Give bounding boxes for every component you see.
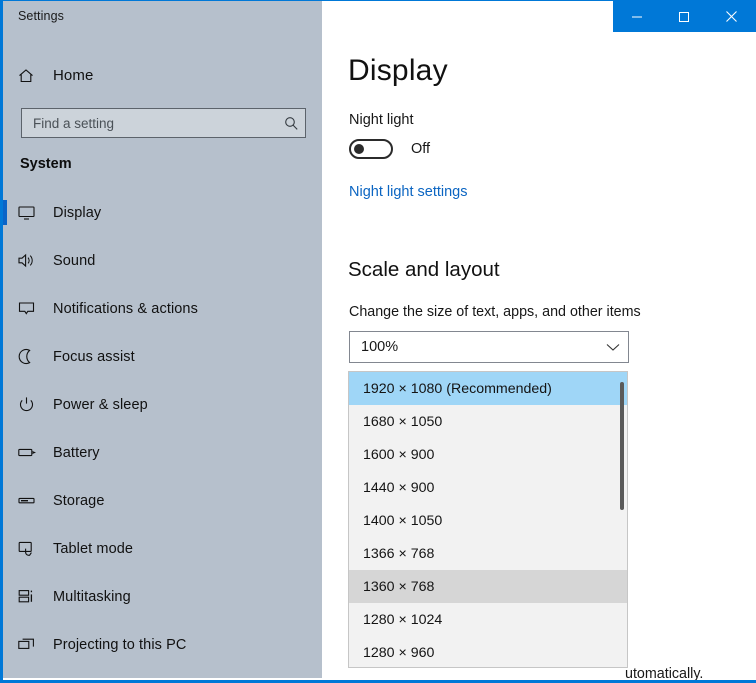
close-button[interactable] [708,1,756,32]
sidebar-item-power-sleep[interactable]: Power & sleep [3,385,322,424]
sidebar-item-home[interactable]: Home [3,56,322,95]
sidebar-item-notifications-actions[interactable]: Notifications & actions [3,289,322,328]
sidebar-item-label: Home [53,67,94,84]
scale-dropdown[interactable]: 100% [349,331,629,363]
sidebar-item-label: Notifications & actions [53,300,198,317]
chevron-down-icon [598,343,628,352]
night-light-settings-link[interactable]: Night light settings [349,184,467,200]
toggle-knob [354,144,364,154]
app-title: Settings [18,9,64,23]
resolution-option[interactable]: 1600 × 900 [349,438,627,471]
speaker-icon [17,251,53,270]
night-light-toggle-row: Off [349,139,430,159]
resolution-option[interactable]: 1280 × 960 [349,636,627,667]
scale-layout-heading: Scale and layout [348,258,500,281]
sidebar-item-label: Multitasking [53,588,131,605]
home-icon [17,67,53,85]
dropdown-scrollbar[interactable] [620,382,624,510]
sidebar-item-label: Battery [53,444,100,461]
project-icon [17,635,53,654]
sidebar-item-label: Tablet mode [53,540,134,557]
resolution-option[interactable]: 1366 × 768 [349,537,627,570]
sidebar-item-projecting-to-this-pc[interactable]: Projecting to this PC [3,625,322,664]
maximize-button[interactable] [661,1,709,32]
storage-icon [17,491,53,510]
sidebar-item-label: Power & sleep [53,396,148,413]
search-box[interactable] [21,108,306,138]
resolution-option-list: 1920 × 1080 (Recommended) 1680 × 1050 1600… [349,372,627,667]
resolution-dropdown-list[interactable]: 1920 × 1080 (Recommended) 1680 × 1050 1600… [348,371,628,668]
resolution-option[interactable]: 1680 × 1050 [349,405,627,438]
page-title: Display [348,54,448,87]
monitor-icon [17,203,53,222]
search-icon[interactable] [277,116,305,131]
sidebar-item-battery[interactable]: Battery [3,433,322,472]
sidebar-item-focus-assist[interactable]: Focus assist [3,337,322,376]
resolution-option[interactable]: 1920 × 1080 (Recommended) [349,372,627,405]
resolution-option[interactable]: 1440 × 900 [349,471,627,504]
sidebar-item-label: Focus assist [53,348,135,365]
scale-description: Change the size of text, apps, and other… [349,304,641,320]
sidebar-item-label: Sound [53,252,96,269]
sidebar: Settings Home System Display Sound Notific… [3,1,322,678]
battery-icon [17,443,53,462]
sidebar-item-storage[interactable]: Storage [3,481,322,520]
scale-dropdown-value: 100% [361,339,399,355]
sidebar-item-sound[interactable]: Sound [3,241,322,280]
night-light-state: Off [411,141,431,157]
tablet-icon [17,539,53,558]
minimize-button[interactable] [613,1,661,32]
notification-icon [17,299,53,318]
moon-icon [17,347,53,366]
multitask-icon [17,587,53,606]
resolution-option[interactable]: 1360 × 768 [349,570,627,603]
sidebar-item-tablet-mode[interactable]: Tablet mode [3,529,322,568]
search-input[interactable] [22,115,277,131]
sidebar-group-title: System [20,156,72,172]
power-icon [17,395,53,414]
sidebar-item-label: Storage [53,492,105,509]
sidebar-item-label: Projecting to this PC [53,636,187,653]
settings-window: Settings Home System Display Sound Notific… [0,0,756,683]
resolution-option[interactable]: 1280 × 1024 [349,603,627,636]
night-light-label: Night light [349,112,414,128]
window-titlebar [613,1,756,32]
sidebar-item-multitasking[interactable]: Multitasking [3,577,322,616]
sidebar-item-label: Display [53,204,102,221]
occluded-description-text: utomatically. [625,666,704,682]
resolution-option[interactable]: 1400 × 1050 [349,504,627,537]
sidebar-item-display[interactable]: Display [3,193,322,232]
night-light-toggle[interactable] [349,139,393,159]
